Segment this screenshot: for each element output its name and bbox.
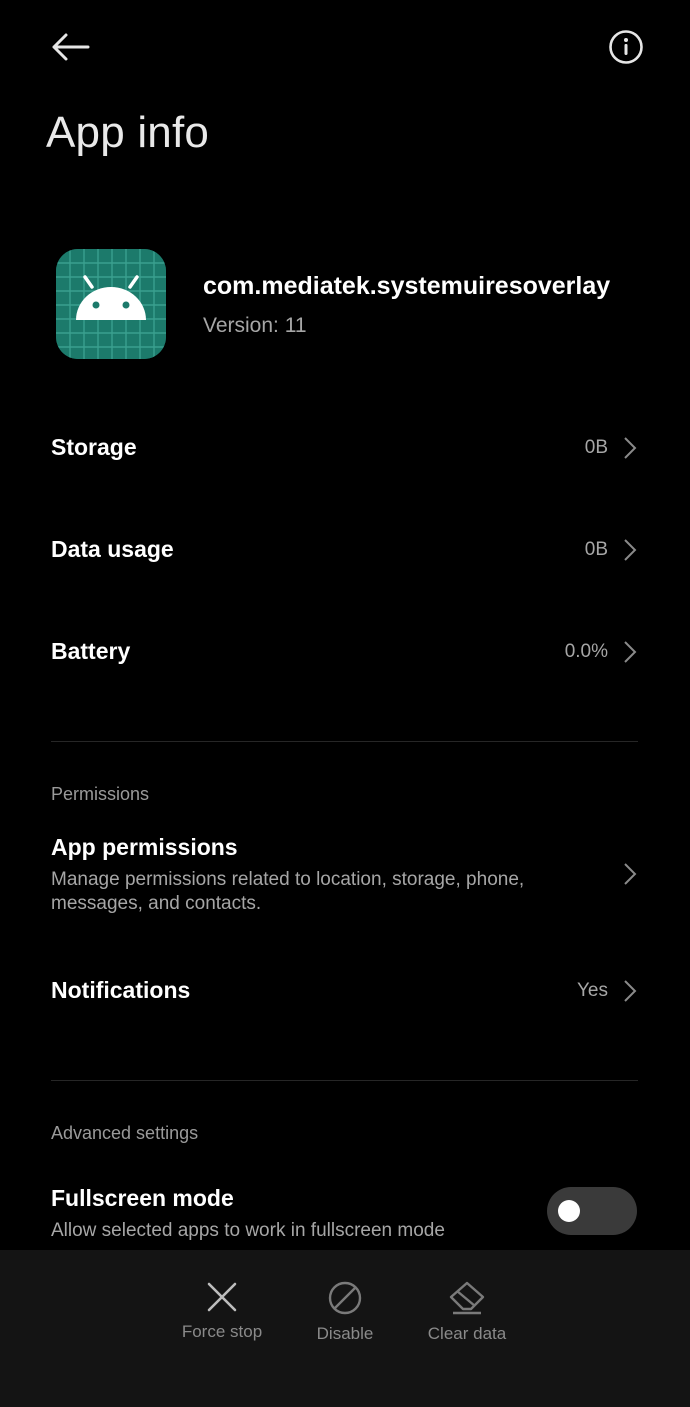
battery-label: Battery [51,638,131,664]
chevron-right-icon [624,863,637,885]
disable-icon [328,1281,362,1315]
back-button[interactable] [46,23,94,71]
data-usage-value: 0B [584,539,608,560]
fullscreen-mode-description: Allow selected apps to work in fullscree… [51,1220,445,1241]
notifications-row[interactable]: Notifications Yes [51,968,638,1014]
chevron-right-icon [624,641,637,663]
notifications-label: Notifications [51,977,191,1003]
app-package-name: com.mediatek.systemuiresoverlay [203,272,611,300]
chevron-right-icon [624,980,637,1002]
app-permissions-label: App permissions [51,834,238,860]
page-title: App info [46,108,210,157]
force-stop-label: Force stop [181,1322,263,1341]
divider [51,1080,638,1081]
back-arrow-icon [52,33,90,61]
force-stop-button[interactable]: Force stop [162,1280,282,1342]
fullscreen-mode-toggle[interactable] [547,1187,637,1235]
storage-row[interactable]: Storage 0B [51,425,638,471]
android-icon [56,249,166,359]
eraser-icon [449,1281,485,1315]
fullscreen-mode-row[interactable]: Fullscreen mode Allow selected apps to w… [51,1183,550,1245]
disable-button[interactable]: Disable [285,1280,405,1344]
info-icon [609,30,643,64]
app-version: Version: 11 [203,314,307,337]
storage-value: 0B [584,437,608,458]
divider [51,741,638,742]
permissions-section-label: Permissions [51,784,150,804]
bottom-action-bar: Force stop Disable Clear data [0,1250,690,1407]
notifications-value: Yes [577,980,608,1001]
battery-row[interactable]: Battery 0.0% [51,629,638,675]
toggle-knob [558,1200,580,1222]
clear-data-label: Clear data [427,1324,507,1343]
app-icon [56,249,166,359]
close-x-icon [207,1282,237,1312]
data-usage-row[interactable]: Data usage 0B [51,527,638,573]
info-button[interactable] [602,23,650,71]
chevron-right-icon [624,539,637,561]
storage-label: Storage [51,434,137,460]
advanced-settings-section-label: Advanced settings [51,1123,199,1143]
fullscreen-mode-label: Fullscreen mode [51,1185,234,1211]
app-permissions-row[interactable]: App permissions Manage permissions relat… [51,832,638,922]
clear-data-button[interactable]: Clear data [407,1280,527,1344]
chevron-right-icon [624,437,637,459]
data-usage-label: Data usage [51,536,174,562]
battery-value: 0.0% [564,641,608,662]
disable-label: Disable [316,1324,374,1343]
app-permissions-description: Manage permissions related to location, … [51,869,525,914]
